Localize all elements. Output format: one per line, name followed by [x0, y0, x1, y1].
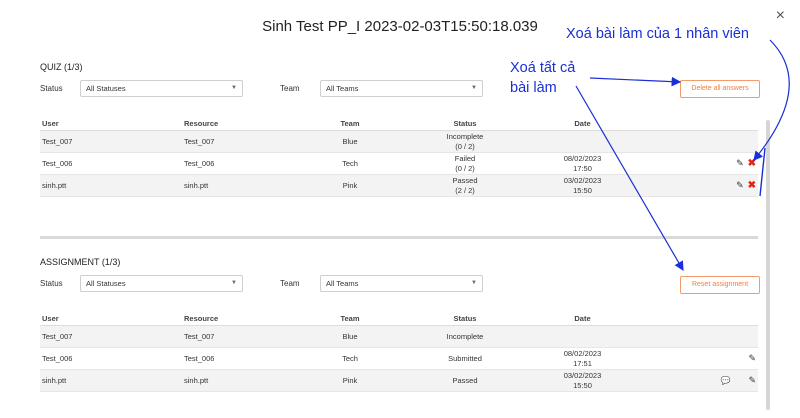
bracket-row-delete	[759, 147, 766, 197]
arrow-to-reset	[575, 85, 684, 272]
annotation-arrows	[575, 39, 790, 272]
modal: Sinh Test PP_I 2023-02-03T15:50:18.039 ×…	[0, 0, 800, 418]
arrow-to-delete-all	[589, 76, 682, 87]
arrow-to-row-delete	[753, 39, 790, 161]
